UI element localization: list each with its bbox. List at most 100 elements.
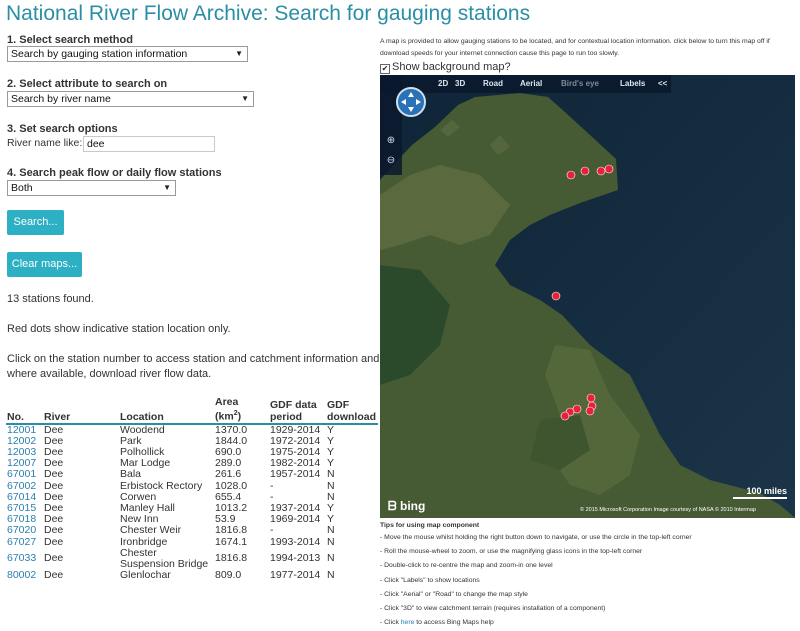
station-marker-icon[interactable] xyxy=(586,393,596,403)
location-cell: Glenlochar xyxy=(120,569,171,582)
station-marker-icon[interactable] xyxy=(604,164,614,174)
bing-logo-icon: ᗷ xyxy=(388,499,400,513)
location-cell: Woodend xyxy=(120,423,165,436)
step3-label: 3. Set search options xyxy=(7,123,118,135)
dropdown-arrow-icon: ▼ xyxy=(235,49,243,58)
click-note-line2: where available, download river flow dat… xyxy=(7,368,212,380)
show-background-checkbox[interactable]: ✔ xyxy=(380,64,390,74)
river-cell: Dee xyxy=(44,524,64,537)
station-number-link[interactable]: 67015 xyxy=(7,502,36,514)
station-number-link[interactable]: 67033 xyxy=(7,552,36,564)
river-name-input[interactable]: dee xyxy=(83,136,215,152)
station-marker-icon[interactable] xyxy=(566,170,576,180)
tip-item: - Click "Aerial" or "Road" to change the… xyxy=(380,590,528,598)
station-markers xyxy=(551,164,614,421)
header-no: No. xyxy=(6,396,43,425)
gdf-period-cell: 1993-2014 xyxy=(270,535,321,548)
header-gdf-download: GDF download xyxy=(326,396,378,425)
station-marker-icon[interactable] xyxy=(585,406,595,416)
table-row: 12001 Dee Woodend 1370.0 1929-2014 Y xyxy=(6,424,378,436)
station-number-link[interactable]: 67002 xyxy=(7,480,36,492)
bing-help-link[interactable]: here xyxy=(401,619,415,626)
station-number-link[interactable]: 12007 xyxy=(7,457,36,469)
river-cell: Dee xyxy=(44,423,64,436)
map-scale-label: 100 miles xyxy=(746,486,787,496)
station-number-link[interactable]: 12003 xyxy=(7,446,36,458)
area-cell: 809.0 xyxy=(215,569,242,582)
gdf-download-cell: N xyxy=(327,524,335,537)
location-cell: Bala xyxy=(120,468,142,481)
area-cell: 1816.8 xyxy=(215,552,248,565)
gdf-download-cell: N xyxy=(327,569,335,582)
search-attribute-select[interactable]: Search by river name ▼ xyxy=(7,91,254,107)
station-number-link[interactable]: 80002 xyxy=(6,570,43,581)
gdf-download-cell: N xyxy=(327,552,335,565)
show-background-map-toggle[interactable]: ✔ Show background map? xyxy=(380,61,511,74)
area-cell: 1370.0 xyxy=(215,423,248,436)
station-number-link[interactable]: 67027 xyxy=(7,536,36,548)
gdf-period-cell: 1929-2014 xyxy=(270,423,321,436)
gdf-period-cell: 1977-2014 xyxy=(270,569,321,582)
search-method-select[interactable]: Search by gauging station information ▼ xyxy=(7,46,248,62)
station-number-link[interactable]: 67020 xyxy=(7,524,36,536)
header-river: River xyxy=(43,396,119,425)
clear-maps-button[interactable]: Clear maps... xyxy=(7,252,82,277)
table-row: 67001 Dee Bala 261.6 1957-2014 N xyxy=(6,469,378,480)
header-gdf-period: GDF data period xyxy=(269,396,326,425)
flow-type-value: Both xyxy=(11,182,33,194)
gdf-period-cell: 1994-2013 xyxy=(270,552,321,565)
area-cell: 1674.1 xyxy=(215,535,248,548)
step4-label: 4. Search peak flow or daily flow statio… xyxy=(7,167,222,179)
station-marker-icon[interactable] xyxy=(596,166,606,176)
gdf-period-cell: - xyxy=(270,524,274,537)
station-number-link[interactable]: 67033 xyxy=(6,548,43,570)
river-name-label: River name like: xyxy=(7,137,83,149)
flow-type-select[interactable]: Both ▼ xyxy=(7,180,176,196)
table-row: 67027 Dee Ironbridge 1674.1 1993-2014 N xyxy=(6,535,378,548)
tip-item: - Move the mouse whilst holding the righ… xyxy=(380,534,692,541)
station-number-link[interactable]: 67001 xyxy=(7,468,36,480)
search-attribute-value: Search by river name xyxy=(11,93,111,105)
table-row: 80002 Dee Glenlochar 809.0 1977-2014 N xyxy=(6,569,378,582)
station-number-link[interactable]: 67027 xyxy=(6,536,43,548)
table-header-row: No. River Location Area (km2) GDF data pe… xyxy=(6,396,378,425)
map-copyright: © 2015 Microsoft Corporation Image court… xyxy=(580,507,756,513)
show-background-label: Show background map? xyxy=(392,61,511,73)
page-title: National River Flow Archive: Search for … xyxy=(6,2,531,25)
tip-item: - Click "Labels" to show locations xyxy=(380,576,480,584)
bing-logo: ᗷ bing xyxy=(388,499,426,513)
gdf-download-cell: N xyxy=(327,535,335,548)
header-area: Area (km2) xyxy=(214,396,269,425)
station-number-link[interactable]: 67014 xyxy=(7,491,36,503)
gdf-period-cell: - xyxy=(270,479,274,492)
gdf-period-cell: 1957-2014 xyxy=(270,468,321,481)
dropdown-arrow-icon: ▼ xyxy=(163,183,171,192)
search-button[interactable]: Search... xyxy=(7,210,64,235)
map-scale-bar xyxy=(733,497,787,499)
map-view[interactable]: 2D 3D Road Aerial Bird's eye Labels << ⊕… xyxy=(380,75,795,518)
station-marker-icon[interactable] xyxy=(580,166,590,176)
gdf-download-cell: N xyxy=(327,468,335,481)
tips-title: Tips for using map component xyxy=(380,522,480,529)
station-marker-icon[interactable] xyxy=(551,291,561,301)
results-count: 13 stations found. xyxy=(7,293,94,305)
click-note-line1: Click on the station number to access st… xyxy=(7,353,383,365)
river-cell: Dee xyxy=(44,552,64,565)
area-cell: 1816.8 xyxy=(215,524,248,537)
step2-label: 2. Select attribute to search on xyxy=(7,78,168,90)
tip-item: - Roll the mouse-wheel to zoom, or use t… xyxy=(380,548,643,556)
search-method-value: Search by gauging station information xyxy=(11,48,188,60)
station-marker-icon[interactable] xyxy=(560,411,570,421)
results-table: No. River Location Area (km2) GDF data pe… xyxy=(6,396,378,581)
header-location: Location xyxy=(119,396,214,425)
station-number-link[interactable]: 12001 xyxy=(7,424,36,436)
station-number-link[interactable]: 67018 xyxy=(7,513,36,525)
station-number-link[interactable]: 80002 xyxy=(7,569,36,581)
location-cell: Chester Weir xyxy=(120,524,182,537)
tip-item: - Double-click to re-centre the map and … xyxy=(380,562,553,570)
table-row: 67020 Dee Chester Weir 1816.8 - N xyxy=(6,525,378,536)
river-cell: Dee xyxy=(44,535,64,548)
station-number-link[interactable]: 12002 xyxy=(7,435,36,447)
tip-item: - Click here to access Bing Maps help xyxy=(380,619,494,627)
dropdown-arrow-icon: ▼ xyxy=(241,94,249,103)
